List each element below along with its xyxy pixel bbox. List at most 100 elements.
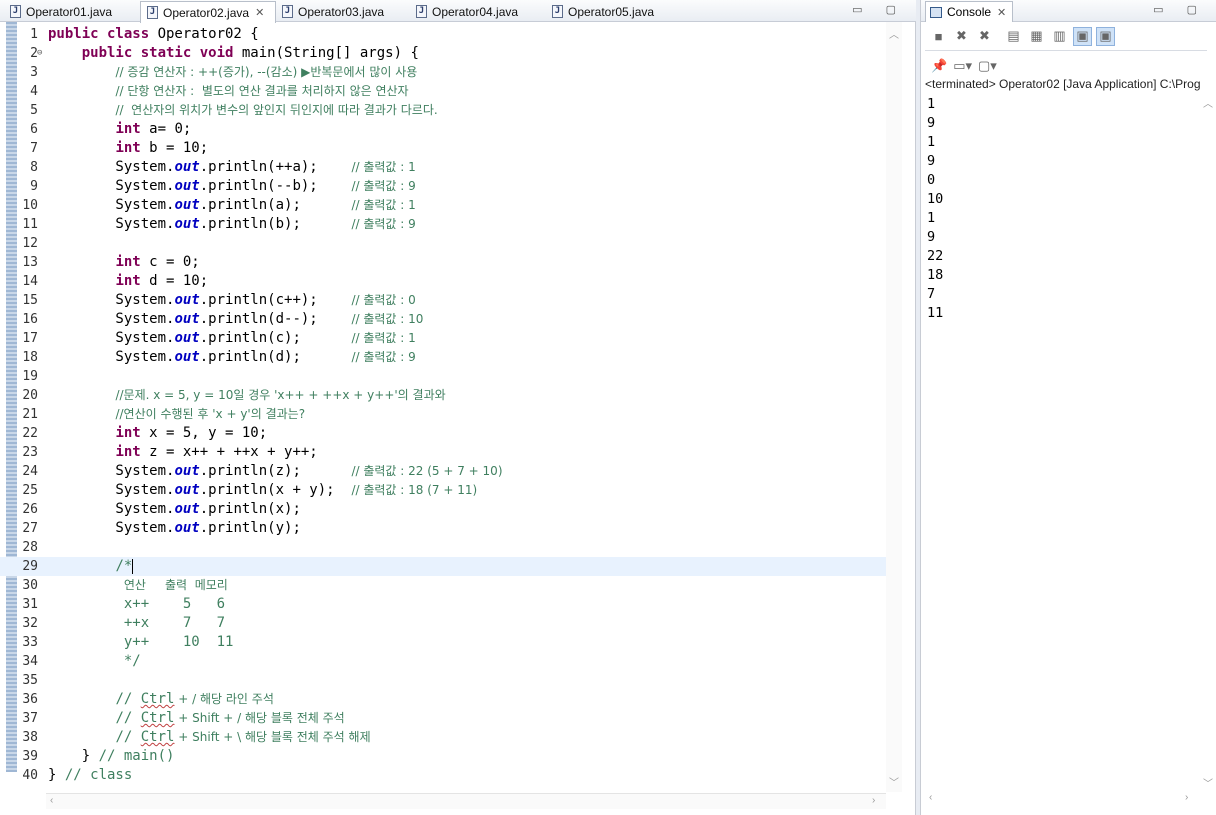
scroll-left-icon[interactable]: ‹ bbox=[929, 792, 932, 803]
editor-window-controls[interactable]: ▭ ▢ bbox=[852, 3, 906, 16]
code-line[interactable]: 18 System.out.println(d); // 출력값 : 9 bbox=[0, 348, 886, 367]
code-line[interactable]: 23 int z = x++ + ++x + y++; bbox=[0, 443, 886, 462]
keyword: int bbox=[115, 425, 150, 441]
code-line[interactable]: 12 bbox=[0, 234, 886, 253]
code-line[interactable]: 11 System.out.println(b); // 출력값 : 9 bbox=[0, 215, 886, 234]
code-line[interactable]: 22 int x = 5, y = 10; bbox=[0, 424, 886, 443]
code-line[interactable]: 13 int c = 0; bbox=[0, 253, 886, 272]
scroll-lock-icon[interactable]: ▦ bbox=[1027, 27, 1046, 46]
scroll-right-icon[interactable]: › bbox=[1185, 792, 1188, 803]
code-line[interactable]: 8 System.out.println(++a); // 출력값 : 1 bbox=[0, 158, 886, 177]
code-line[interactable]: 30 연산 출력 메모리 bbox=[0, 576, 886, 595]
code-line[interactable]: 31 x++ 5 6 bbox=[0, 595, 886, 614]
code-text: int a= 0; bbox=[48, 120, 191, 139]
code-line[interactable]: 24 System.out.println(z); // 출력값 : 22 (5… bbox=[0, 462, 886, 481]
code-line[interactable]: 25 System.out.println(x + y); // 출력값 : 1… bbox=[0, 481, 886, 500]
code-line[interactable]: 20 //문제. x = 5, y = 10일 경우 'x++ + ++x + … bbox=[0, 386, 886, 405]
tab-operator05[interactable]: J Operator05.java bbox=[546, 1, 666, 22]
tab-operator03[interactable]: J Operator03.java bbox=[276, 1, 406, 22]
code-line[interactable]: 32 ++x 7 7 bbox=[0, 614, 886, 633]
code-line[interactable]: 15 System.out.println(c++); // 출력값 : 0 bbox=[0, 291, 886, 310]
code-line[interactable]: 38 // Ctrl + Shift + \ 해당 블록 전체 주석 해제 bbox=[0, 728, 886, 747]
code-editor[interactable]: 1 public class Operator02 {2 ⊖ public stat… bbox=[0, 23, 886, 793]
pin-console-icon[interactable]: 📌 bbox=[931, 58, 947, 74]
code-line[interactable]: 7 int b = 10; bbox=[0, 139, 886, 158]
code-text: //연산이 수행된 후 'x + y'의 결과는? bbox=[48, 405, 305, 424]
clear-console-icon[interactable]: ▤ bbox=[1004, 27, 1023, 46]
console-horizontal-scrollbar[interactable]: ‹ › bbox=[925, 792, 1201, 808]
open-console-icon[interactable]: ▢▾ bbox=[978, 58, 997, 74]
code-line[interactable]: 4 // 단항 연산자 : 별도의 연산 결과를 처리하지 않은 연산자 bbox=[0, 82, 886, 101]
code-line[interactable]: 10 System.out.println(a); // 출력값 : 1 bbox=[0, 196, 886, 215]
console-window-controls[interactable]: ▭ ▢ bbox=[1153, 3, 1207, 16]
scroll-up-icon[interactable]: ︿ bbox=[889, 26, 899, 41]
terminate-icon[interactable]: ■ bbox=[929, 27, 948, 46]
code-line[interactable]: 3 // 증감 연산자 : ++(증가), --(감소) ▶반복문에서 많이 사… bbox=[0, 63, 886, 82]
comment: /* bbox=[115, 558, 133, 574]
tab-label: Operator04.java bbox=[432, 4, 519, 19]
line-number: 36 bbox=[22, 692, 38, 707]
code-line[interactable]: 21 //연산이 수행된 후 'x + y'의 결과는? bbox=[0, 405, 886, 424]
code-line[interactable]: 33 y++ 10 11 bbox=[0, 633, 886, 652]
code-text: public static void main(String[] args) { bbox=[48, 44, 419, 63]
code-line[interactable]: 9 System.out.println(--b); // 출력값 : 9 bbox=[0, 177, 886, 196]
scroll-left-icon[interactable]: ‹ bbox=[50, 795, 53, 806]
line-number: 22 bbox=[22, 426, 38, 441]
scroll-down-icon[interactable]: ﹀ bbox=[889, 774, 899, 789]
code-line[interactable]: 17 System.out.println(c); // 출력값 : 1 bbox=[0, 329, 886, 348]
scroll-down-icon[interactable]: ﹀ bbox=[1203, 775, 1213, 790]
remove-launch-icon[interactable]: ✖ bbox=[952, 27, 971, 46]
code-line[interactable]: 1 public class Operator02 { bbox=[0, 25, 886, 44]
code-line[interactable]: 2 ⊖ public static void main(String[] args… bbox=[0, 44, 886, 63]
scroll-up-icon[interactable]: ︿ bbox=[1203, 95, 1213, 110]
code-line[interactable]: 5 // 연산자의 위치가 변수의 앞인지 뒤인지에 따라 결과가 다르다. bbox=[0, 101, 886, 120]
line-number: 37 bbox=[22, 711, 38, 726]
code-line[interactable]: 40} // class bbox=[0, 766, 886, 785]
code-line[interactable]: 39 } // main() bbox=[0, 747, 886, 766]
console-vertical-scrollbar[interactable]: ︿ ﹀ bbox=[1201, 95, 1215, 795]
close-icon[interactable]: ✕ bbox=[997, 6, 1006, 19]
word-wrap-icon[interactable]: ▥ bbox=[1050, 27, 1069, 46]
tab-operator04[interactable]: J Operator04.java bbox=[410, 1, 542, 22]
code-line[interactable]: 37 // Ctrl + Shift + / 해당 블록 전체 주석 bbox=[0, 709, 886, 728]
scroll-right-icon[interactable]: › bbox=[872, 795, 875, 806]
console-output-line: 9 bbox=[927, 229, 936, 245]
code-token: .println(b); bbox=[199, 216, 352, 232]
code-line[interactable]: 35 bbox=[0, 671, 886, 690]
console-tab[interactable]: Console ✕ bbox=[925, 1, 1014, 22]
keyword: public class bbox=[48, 26, 158, 42]
code-text: System.out.println(++a); // 출력값 : 1 bbox=[48, 158, 415, 177]
tab-operator02[interactable]: J Operator02.java ✕ bbox=[140, 1, 276, 23]
code-text: /* bbox=[48, 557, 134, 576]
tab-operator01[interactable]: J Operator01.java bbox=[4, 1, 136, 22]
code-text: */ bbox=[48, 652, 141, 671]
code-line[interactable]: 36 // Ctrl + / 해당 라인 주석 bbox=[0, 690, 886, 709]
code-line[interactable]: 28 bbox=[0, 538, 886, 557]
fold-collapse-icon[interactable]: ⊖ bbox=[37, 44, 42, 63]
code-line[interactable]: 19 bbox=[0, 367, 886, 386]
code-line[interactable]: 29 /* bbox=[0, 557, 886, 576]
show-on-stdout-icon[interactable]: ▣ bbox=[1073, 26, 1092, 46]
code-line[interactable]: 6 int a= 0; bbox=[0, 120, 886, 139]
code-line[interactable]: 14 int d = 10; bbox=[0, 272, 886, 291]
display-console-icon[interactable]: ▭▾ bbox=[953, 58, 972, 74]
editor-horizontal-scrollbar[interactable]: ‹ › bbox=[46, 793, 886, 809]
tab-label: Operator05.java bbox=[568, 4, 655, 19]
comment: // bbox=[115, 710, 141, 726]
code-token: .println(--b); bbox=[199, 178, 352, 194]
editor-vertical-scrollbar[interactable]: ︿ ﹀ bbox=[886, 22, 902, 792]
code-line[interactable]: 26 System.out.println(x); bbox=[0, 500, 886, 519]
line-number: 6 bbox=[30, 122, 38, 137]
remove-all-terminated-icon[interactable]: ✖ bbox=[975, 27, 994, 46]
show-on-stderr-icon[interactable]: ▣ bbox=[1096, 26, 1115, 46]
code-line[interactable]: 27 System.out.println(y); bbox=[0, 519, 886, 538]
code-token: x = 5, y = 10; bbox=[149, 425, 268, 441]
code-line[interactable]: 16 System.out.println(d--); // 출력값 : 10 bbox=[0, 310, 886, 329]
code-line[interactable]: 34 */ bbox=[0, 652, 886, 671]
console-output[interactable]: 1 9 1 9 0 10 1 9 22 18 7 11 bbox=[927, 95, 1187, 323]
close-icon[interactable]: ✕ bbox=[255, 6, 264, 19]
